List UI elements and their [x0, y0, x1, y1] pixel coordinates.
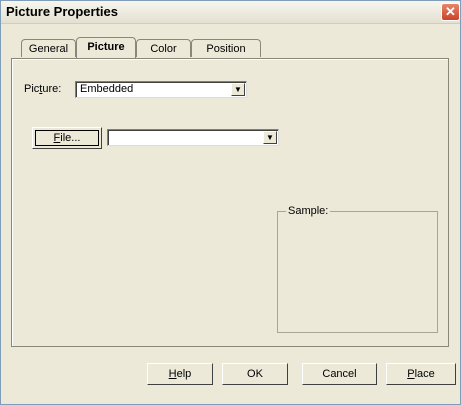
title-bar: Picture Properties ✕: [1, 1, 460, 24]
file-button[interactable]: File...: [32, 127, 102, 149]
chevron-down-icon[interactable]: ▼: [231, 83, 245, 96]
sample-label: Sample:: [286, 205, 331, 217]
picture-properties-dialog: Picture Properties ✕ General Picture Col…: [0, 0, 461, 405]
cancel-button[interactable]: Cancel: [302, 363, 377, 385]
picture-source-select[interactable]: Embedded ▼: [75, 81, 247, 98]
tab-picture[interactable]: Picture: [76, 37, 136, 58]
sample-preview-box: Sample:: [277, 205, 438, 333]
chevron-down-icon[interactable]: ▼: [263, 131, 277, 144]
tab-color[interactable]: Color: [136, 39, 191, 57]
close-icon[interactable]: ✕: [441, 3, 460, 21]
tab-panel-picture: Picture: Embedded ▼ File... ▼ Sample:: [11, 58, 449, 347]
tab-position[interactable]: Position: [191, 39, 261, 57]
file-path-select[interactable]: ▼: [107, 129, 279, 146]
place-button[interactable]: Place: [386, 363, 456, 385]
picture-label: Picture:: [24, 83, 62, 95]
help-button[interactable]: Help: [147, 363, 213, 385]
tab-general[interactable]: General: [21, 39, 76, 57]
ok-button[interactable]: OK: [222, 363, 288, 385]
window-title: Picture Properties: [6, 4, 118, 19]
picture-source-value: Embedded: [80, 83, 134, 95]
